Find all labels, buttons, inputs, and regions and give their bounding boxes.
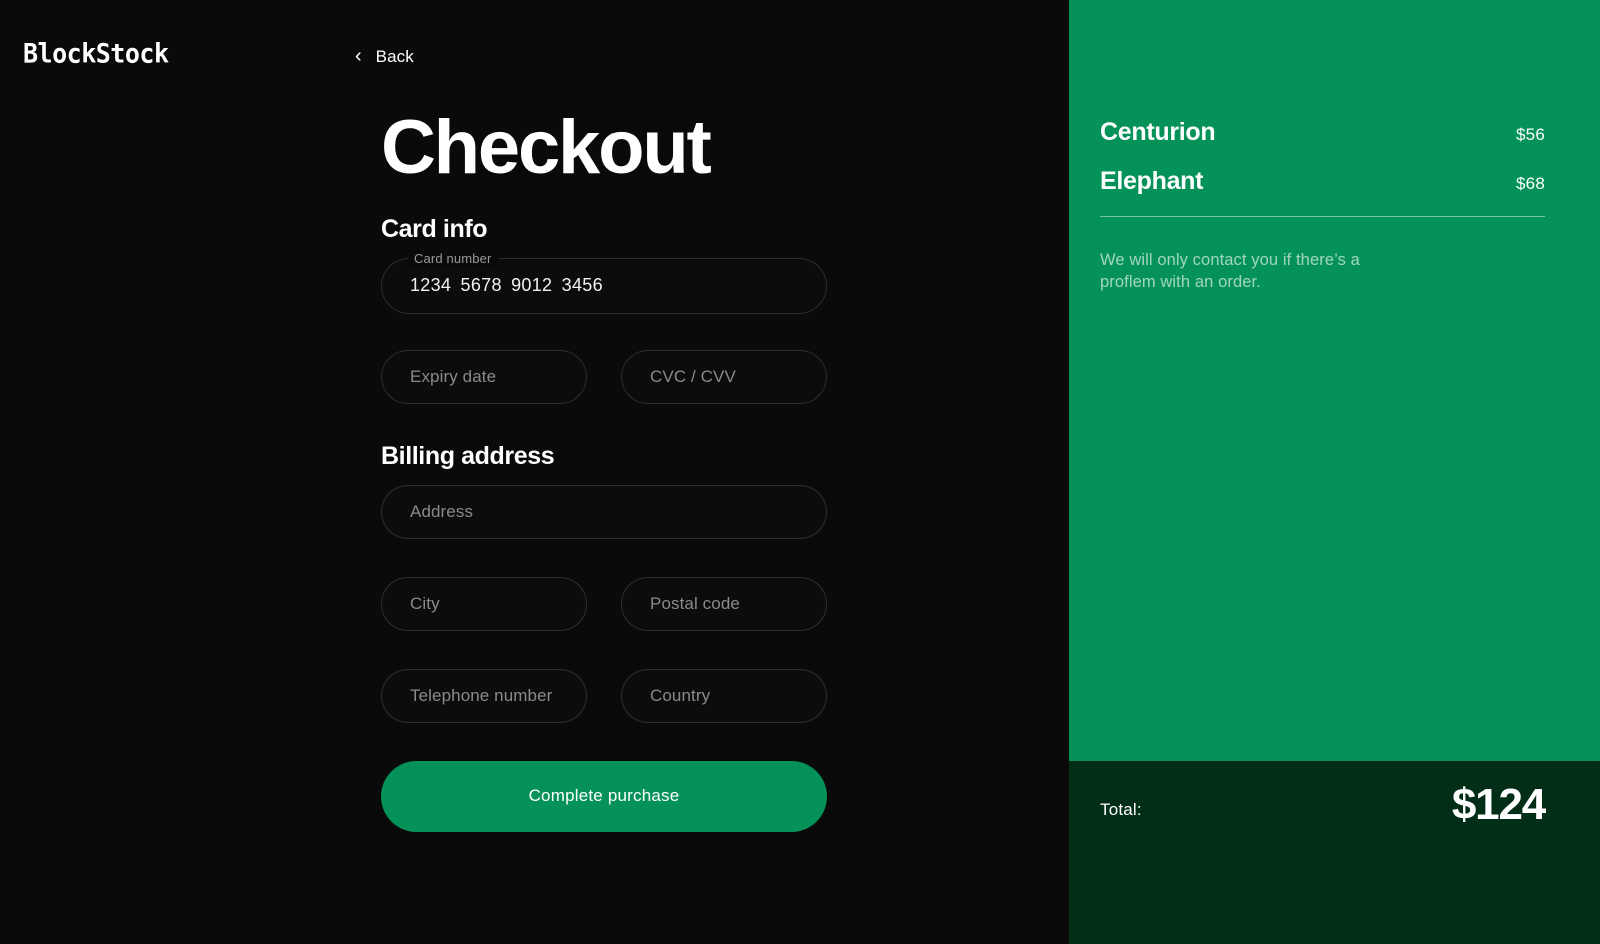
postal-code-placeholder: Postal code — [650, 593, 740, 613]
telephone-placeholder: Telephone number — [410, 685, 553, 705]
address-input[interactable]: Address — [381, 484, 827, 539]
checkout-form: Checkout Card info Card number 1234 5678… — [381, 105, 827, 832]
brand-logo[interactable]: BlockStock — [23, 40, 169, 67]
city-placeholder: City — [410, 593, 440, 613]
order-total-bar: Total: $124 — [1069, 761, 1600, 944]
complete-purchase-button[interactable]: Complete purchase — [381, 760, 827, 832]
order-summary-pane: Centurion $56 Elephant $68 We will only … — [1069, 0, 1600, 944]
chevron-left-icon: ‹ — [355, 45, 362, 67]
telephone-input[interactable]: Telephone number — [381, 668, 587, 723]
order-item-price: $68 — [1516, 174, 1545, 193]
telephone-country-row: Telephone number Country — [381, 668, 827, 723]
contact-note: We will only contact you if there’s a pr… — [1100, 251, 1360, 291]
expiry-date-placeholder: Expiry date — [410, 366, 497, 386]
cvc-placeholder: CVC / CVV — [650, 366, 736, 386]
country-placeholder: Country — [650, 685, 711, 705]
checkout-form-pane: BlockStock ‹ Back Checkout Card info Car… — [0, 0, 1069, 944]
billing-address-heading: Billing address — [381, 441, 555, 470]
address-placeholder: Address — [410, 501, 474, 521]
city-input[interactable]: City — [381, 576, 587, 631]
card-details-row: Expiry date CVC / CVV — [381, 349, 827, 404]
city-postal-row: City Postal code — [381, 576, 827, 631]
cvc-input[interactable]: CVC / CVV — [621, 349, 827, 404]
card-info-heading: Card info — [381, 214, 488, 243]
card-number-label: Card number — [408, 250, 498, 267]
total-value: $124 — [1451, 780, 1546, 829]
order-summary: Centurion $56 Elephant $68 We will only … — [1069, 0, 1600, 761]
order-item-name: Centurion — [1100, 118, 1216, 146]
card-number-value: 1234 5678 9012 3456 — [410, 275, 603, 296]
country-input[interactable]: Country — [621, 668, 827, 723]
order-item: Centurion $56 — [1100, 118, 1545, 147]
order-item-name: Elephant — [1100, 167, 1204, 195]
order-item-price: $56 — [1516, 125, 1545, 144]
card-number-input[interactable]: Card number 1234 5678 9012 3456 — [381, 250, 827, 314]
postal-code-input[interactable]: Postal code — [621, 576, 827, 631]
order-item: Elephant $68 — [1100, 167, 1545, 196]
page-title: Checkout — [381, 105, 712, 190]
expiry-date-input[interactable]: Expiry date — [381, 349, 587, 404]
checkout-screen: BlockStock ‹ Back Checkout Card info Car… — [0, 0, 1600, 944]
total-label: Total: — [1100, 800, 1142, 819]
back-button-label: Back — [375, 47, 414, 66]
back-button[interactable]: ‹ Back — [351, 44, 418, 70]
summary-divider — [1100, 216, 1545, 217]
